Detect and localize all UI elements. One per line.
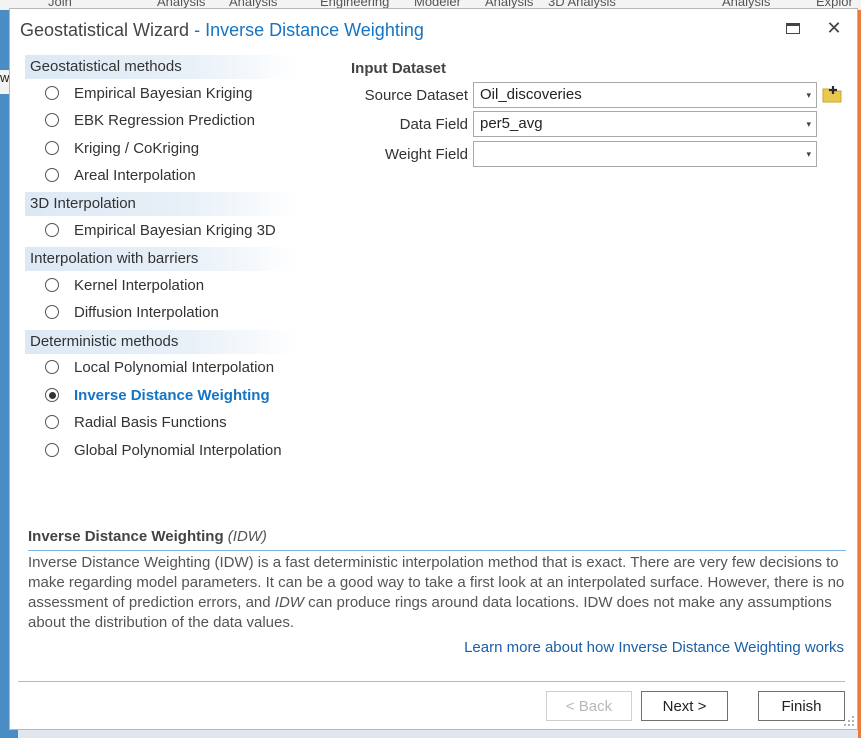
method-label: Global Polynomial Interpolation [74,441,282,459]
data-field-dropdown[interactable]: per5_avg ▾ [473,111,817,137]
weight-field-dropdown[interactable]: ▾ [473,141,817,167]
method-label: Diffusion Interpolation [74,303,219,321]
method-option-idw[interactable]: Inverse Distance Weighting [45,383,270,407]
radio-button-selected[interactable] [45,388,59,402]
method-label: Empirical Bayesian Kriging 3D [74,221,276,239]
geostatistical-wizard-dialog: Geostatistical Wizard - Inverse Distance… [9,8,858,730]
chevron-down-icon: ▾ [806,119,811,129]
group-header-barriers: Interpolation with barriers [25,247,297,271]
radio-button[interactable] [45,415,59,429]
dialog-title: Geostatistical Wizard - Inverse Distance… [20,20,424,41]
method-label: EBK Regression Prediction [74,111,255,129]
title-method: - Inverse Distance Weighting [194,20,424,40]
maximize-button[interactable] [778,15,808,41]
group-header-3d: 3D Interpolation [25,192,297,216]
radio-button[interactable] [45,278,59,292]
footer-divider [18,681,845,682]
next-button[interactable]: Next > [641,691,728,721]
method-option-kriging[interactable]: Kriging / CoKriging [45,136,199,160]
back-button[interactable]: < Back [546,691,632,721]
resize-grip-icon[interactable] [843,715,855,727]
description-divider [28,550,846,551]
title-bar: Geostatistical Wizard - Inverse Distance… [10,9,857,53]
input-dataset-title: Input Dataset [351,60,447,77]
maximize-icon [786,22,800,34]
title-text: Geostatistical Wizard [20,20,190,40]
group-header-geostatistical: Geostatistical methods [25,55,297,79]
finish-button[interactable]: Finish [758,691,845,721]
description-title-text: Inverse Distance Weighting [28,528,224,545]
description-text-italic: IDW [274,594,304,611]
radio-button[interactable] [45,86,59,100]
description-body: Inverse Distance Weighting (IDW) is a fa… [28,553,850,633]
source-dataset-label: Source Dataset [364,87,468,104]
group-header-deterministic: Deterministic methods [25,330,297,354]
data-field-value: per5_avg [480,115,543,132]
method-label-selected: Inverse Distance Weighting [74,386,270,404]
learn-more-link[interactable]: Learn more about how Inverse Distance We… [464,639,844,656]
method-option-rbf[interactable]: Radial Basis Functions [45,410,227,434]
weight-field-label: Weight Field [384,146,468,163]
method-option-diffusion[interactable]: Diffusion Interpolation [45,300,219,324]
radio-button[interactable] [45,223,59,237]
method-label: Radial Basis Functions [74,413,227,431]
radio-button[interactable] [45,360,59,374]
data-field-label: Data Field [399,116,468,133]
radio-button[interactable] [45,443,59,457]
radio-button[interactable] [45,113,59,127]
method-option-ebk-3d[interactable]: Empirical Bayesian Kriging 3D [45,218,276,242]
radio-button[interactable] [45,141,59,155]
method-option-ebk[interactable]: Empirical Bayesian Kriging [45,81,252,105]
close-icon: ✕ [826,17,842,38]
chevron-down-icon: ▾ [806,90,811,100]
method-label: Empirical Bayesian Kriging [74,84,253,102]
close-button[interactable]: ✕ [819,15,849,41]
source-dataset-value: Oil_discoveries [480,86,582,103]
chevron-down-icon: ▾ [806,149,811,159]
method-option-local-polynomial[interactable]: Local Polynomial Interpolation [45,355,274,379]
method-option-kernel[interactable]: Kernel Interpolation [45,273,204,297]
radio-button[interactable] [45,168,59,182]
add-data-icon[interactable] [822,85,842,103]
method-label: Areal Interpolation [74,166,196,184]
method-label: Kernel Interpolation [74,276,205,294]
method-option-areal[interactable]: Areal Interpolation [45,163,196,187]
source-dataset-dropdown[interactable]: Oil_discoveries ▾ [473,82,817,108]
method-label: Kriging / CoKriging [74,139,200,157]
description-title: Inverse Distance Weighting (IDW) [28,528,267,545]
method-option-ebk-regression[interactable]: EBK Regression Prediction [45,108,255,132]
description-title-abbr: (IDW) [227,528,267,545]
method-option-global-polynomial[interactable]: Global Polynomial Interpolation [45,438,282,462]
method-label: Local Polynomial Interpolation [74,358,275,376]
radio-button[interactable] [45,305,59,319]
